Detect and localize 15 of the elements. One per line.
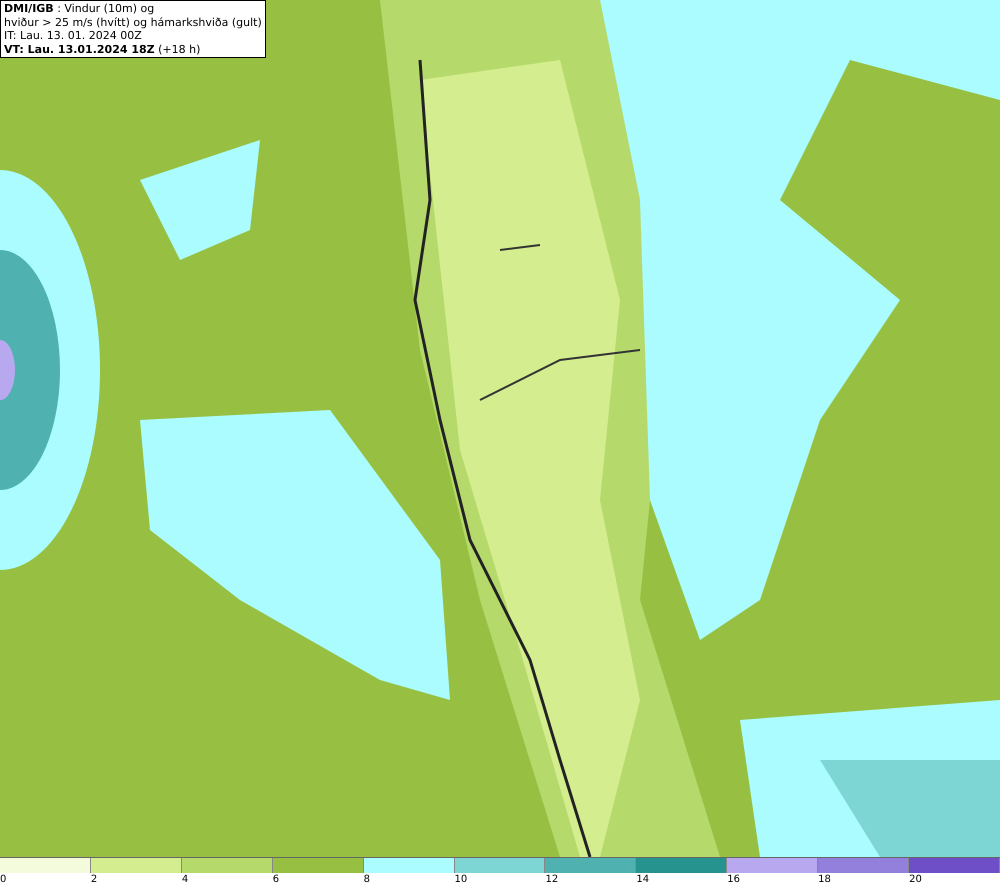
info-text: hviður > 25 m/s (hvítt) og hámarkshviða (gult) xyxy=(4,16,262,29)
legend-label: 8 xyxy=(364,873,370,886)
legend-label: 6 xyxy=(272,873,280,886)
legend-label: 2 xyxy=(90,873,98,886)
legend-label: 0 xyxy=(0,873,6,886)
legend-label: 10 xyxy=(454,873,468,886)
info-text: IT: Lau. 13. 01. 2024 00Z xyxy=(4,29,143,42)
info-text: VT: Lau. 13.01.2024 18Z (+18 h) xyxy=(4,42,202,56)
legend-label: 16 xyxy=(727,873,740,886)
legend-label: 18 xyxy=(818,873,831,886)
info-text: DMI/IGB : Vindur (10m) og xyxy=(4,2,156,16)
legend-label: 20 xyxy=(909,873,922,886)
legend-label: 12 xyxy=(545,873,558,886)
legend-label: 4 xyxy=(182,873,188,886)
legend-label: 14 xyxy=(636,873,650,886)
